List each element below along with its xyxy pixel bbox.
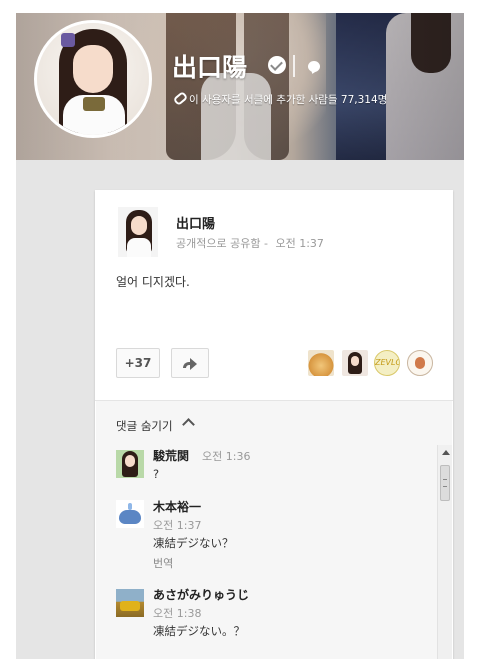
post-meta: 공개적으로 공유함 - 오전 1:37 [176, 235, 324, 251]
comment-author[interactable]: あさがみりゅうじ [153, 586, 249, 603]
post-body-text: 얼어 디지겠다. [116, 275, 190, 289]
comments-area [96, 401, 452, 659]
comment-avatar[interactable] [116, 450, 144, 478]
share-arrow-icon [183, 358, 197, 370]
comment-author[interactable]: 駿荒関 [153, 447, 189, 464]
speech-bubble-icon[interactable] [308, 61, 320, 72]
verified-check-icon [268, 56, 286, 74]
post-visibility[interactable]: 공개적으로 공유함 [176, 237, 260, 250]
profile-avatar[interactable] [34, 20, 152, 138]
hide-comments-toggle[interactable]: 댓글 숨기기 [116, 418, 173, 434]
comment-avatar[interactable] [116, 589, 144, 617]
post-author-name[interactable]: 出口陽 [176, 213, 215, 232]
comments-scrollbar[interactable] [437, 445, 452, 659]
comment-time[interactable]: 오전 1:38 [153, 605, 201, 621]
comment-author[interactable]: 木本裕一 [153, 498, 201, 515]
plus-one-button[interactable]: +37 [116, 348, 160, 378]
share-button[interactable] [171, 348, 209, 378]
post-timestamp[interactable]: 오전 1:37 [275, 237, 323, 250]
comment-avatar[interactable] [116, 500, 144, 528]
header-divider [293, 55, 295, 77]
plusser-avatar[interactable] [407, 350, 433, 376]
comment-time[interactable]: 오전 1:37 [153, 517, 201, 533]
plusser-avatar[interactable] [308, 350, 334, 376]
comment-text: 凍結デジない。？ [153, 624, 245, 638]
plusser-avatar[interactable] [342, 350, 368, 376]
post-meta-separator: - [263, 237, 268, 250]
translate-link[interactable]: 번역 [153, 555, 173, 571]
post-author-avatar[interactable] [118, 207, 158, 257]
plusser-avatar[interactable]: ZEVLC [374, 350, 400, 376]
circles-count-text[interactable]: 이 사용자를 서클에 추가한 사람들 77,314명 [189, 92, 387, 107]
comment-text: ? [153, 467, 160, 481]
scroll-up-arrow-icon[interactable] [442, 450, 450, 455]
scrollbar-thumb[interactable] [440, 465, 450, 501]
profile-name: 出口陽 [172, 53, 248, 82]
comment-time[interactable]: 오전 1:36 [202, 448, 250, 464]
comment-text: 凍結デジない？ [153, 536, 234, 550]
